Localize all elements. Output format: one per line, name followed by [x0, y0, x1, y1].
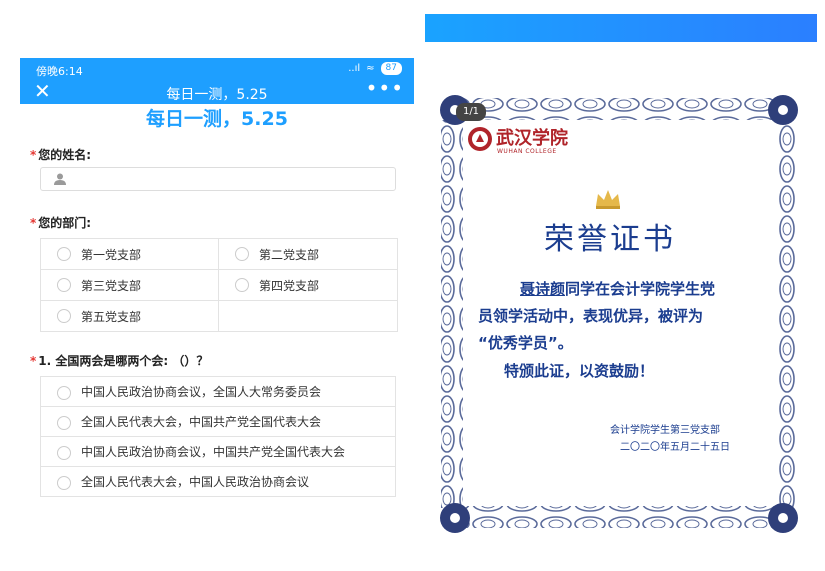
radio-icon[interactable] [57, 386, 71, 400]
top-blue-bar [425, 14, 817, 42]
q1-option[interactable]: 中国人民政治协商会议，全国人大常务委员会 [40, 376, 396, 406]
dept-option[interactable]: 第四党支部 [219, 270, 396, 300]
radio-icon[interactable] [57, 309, 71, 323]
radio-icon[interactable] [57, 476, 71, 490]
status-bar: 傍晚6:14 ..ıl ≈ 87 [20, 58, 414, 82]
certificate-date: 二〇二〇年五月二十五日 [620, 442, 730, 453]
question-dept-label: * 您的部门: [30, 216, 92, 230]
radio-icon[interactable] [57, 446, 71, 460]
required-mark: * [30, 354, 37, 368]
required-mark: * [30, 148, 37, 162]
certificate-body: 聂诗颜同学在会计学院学生党 员领学活动中，表现优异，被评为 “优秀学员”。 [478, 280, 716, 352]
survey-phone-screen: 傍晚6:14 ..ıl ≈ 87 ✕ 每日一测，5.25 ••• 每日一测，5.… [20, 0, 414, 571]
college-emblem-icon [468, 127, 492, 151]
dept-option[interactable]: 第二党支部 [219, 239, 396, 269]
battery-icon: 87 [380, 62, 402, 75]
radio-icon[interactable] [57, 278, 71, 292]
required-mark: * [30, 216, 37, 230]
user-icon [54, 173, 66, 185]
nav-title: 每日一测，5.25 [166, 87, 268, 103]
radio-icon[interactable] [235, 278, 249, 292]
dept-options: 第一党支部 第二党支部 第三党支部 第四党支部 第五党支部 [40, 238, 398, 332]
radio-icon[interactable] [57, 416, 71, 430]
page-indicator: 1/1 [456, 103, 486, 121]
certificate-closing: 特颁此证，以资鼓励！ [504, 362, 655, 380]
survey-title: 每日一测，5.25 [146, 108, 288, 130]
recipient-name: 聂诗颜 [520, 280, 566, 298]
radio-icon[interactable] [235, 247, 249, 261]
nav-bar: ✕ 每日一测，5.25 ••• [20, 76, 414, 104]
q1-option[interactable]: 全国人民代表大会，中国共产党全国代表大会 [40, 406, 396, 436]
q1-option[interactable]: 全国人民代表大会，中国人民政治协商会议 [40, 466, 396, 497]
dept-option[interactable]: 第五党支部 [41, 301, 219, 331]
q1-options: 中国人民政治协商会议，全国人大常务委员会 全国人民代表大会，中国共产党全国代表大… [40, 376, 396, 497]
dept-option[interactable]: 第一党支部 [41, 239, 219, 269]
college-logo: 武汉学院 WUHAN COLLEGE [467, 126, 568, 155]
dept-option[interactable]: 第三党支部 [41, 270, 219, 300]
question-1-label: * 1. 全国两会是哪两个会: （）？ [30, 354, 209, 368]
q1-option[interactable]: 中国人民政治协商会议，中国共产党全国代表大会 [40, 436, 396, 466]
status-time: 傍晚6:14 [36, 65, 83, 78]
more-icon[interactable]: ••• [366, 76, 404, 100]
name-input[interactable] [40, 167, 396, 191]
question-name-label: * 您的姓名: [30, 148, 92, 162]
radio-icon[interactable] [57, 247, 71, 261]
certificate-issuer: 会计学院学生第三党支部 [610, 425, 720, 436]
wifi-icon: ≈ [366, 63, 375, 74]
crown-icon [596, 190, 620, 209]
signal-icon: ..ıl [348, 63, 361, 74]
certificate-title: 荣誉证书 [544, 222, 676, 257]
